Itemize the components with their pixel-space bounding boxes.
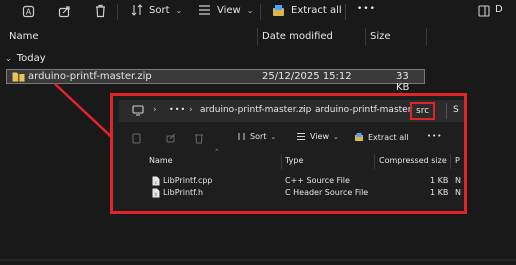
inner-address-bar: › ••• › arduino-printf-master.zip › ardu… bbox=[119, 100, 464, 122]
more-options-button[interactable]: ••• bbox=[427, 132, 442, 140]
column-header-name[interactable]: Name bbox=[149, 156, 173, 165]
column-divider[interactable] bbox=[374, 154, 375, 169]
column-divider[interactable] bbox=[450, 154, 451, 169]
row-extra: N bbox=[455, 188, 461, 197]
breadcrumb-item-current[interactable]: src bbox=[410, 102, 436, 120]
header-file-icon: h bbox=[152, 188, 160, 198]
inner-column-headers: ⌃ Name Type Compressed size P bbox=[119, 148, 464, 169]
search-box-cut[interactable]: S bbox=[453, 105, 459, 115]
cpp-file-icon: c bbox=[152, 176, 160, 186]
copy-icon[interactable] bbox=[132, 133, 141, 144]
row-size: 1 KB bbox=[430, 188, 449, 197]
extract-all-button[interactable]: Extract all bbox=[354, 132, 409, 142]
row-type: C Header Source File bbox=[285, 188, 369, 197]
breadcrumb-item[interactable]: arduino-printf-master.zip bbox=[200, 105, 311, 115]
breadcrumb-item[interactable]: arduino-printf-master bbox=[315, 105, 411, 115]
view-icon bbox=[296, 132, 306, 141]
column-divider[interactable] bbox=[281, 154, 282, 169]
breadcrumb-ellipsis[interactable]: ••• bbox=[169, 105, 186, 114]
row-size: 1 KB bbox=[430, 176, 449, 185]
chevron-right-icon: › bbox=[402, 105, 406, 115]
view-label: View bbox=[310, 132, 329, 141]
svg-text:h: h bbox=[155, 192, 158, 197]
chevron-right-icon: › bbox=[153, 105, 157, 115]
chevron-down-icon: ⌄ bbox=[270, 132, 277, 141]
sort-label: Sort bbox=[250, 132, 267, 141]
inner-window-frame: › ••• › arduino-printf-master.zip › ardu… bbox=[110, 93, 467, 214]
delete-icon[interactable] bbox=[194, 133, 204, 144]
view-button[interactable]: View ⌄ bbox=[296, 132, 339, 141]
sort-button[interactable]: Sort ⌄ bbox=[237, 132, 276, 141]
column-header-compressed-size[interactable]: Compressed size bbox=[379, 156, 447, 165]
extract-icon bbox=[354, 132, 364, 142]
extract-all-label: Extract all bbox=[368, 132, 409, 142]
svg-text:c: c bbox=[155, 180, 157, 185]
horizontal-scrollbar[interactable] bbox=[0, 259, 516, 261]
row-extra: N bbox=[455, 176, 461, 185]
list-item[interactable]: h LibPrintf.h C Header Source File 1 KB … bbox=[119, 188, 464, 200]
list-item[interactable]: c LibPrintf.cpp C++ Source File 1 KB N bbox=[119, 176, 464, 188]
column-header-type[interactable]: Type bbox=[285, 156, 303, 165]
column-header-p[interactable]: P bbox=[455, 156, 460, 165]
row-name: LibPrintf.cpp bbox=[163, 176, 213, 185]
sort-icon bbox=[237, 132, 246, 141]
chevron-right-icon: › bbox=[189, 105, 193, 115]
inner-toolbar: Sort ⌄ View ⌄ Extract all ••• bbox=[119, 132, 464, 146]
chevron-right-icon: › bbox=[302, 105, 306, 115]
address-bar-divider bbox=[446, 103, 447, 119]
row-type: C++ Source File bbox=[285, 176, 350, 185]
sort-indicator-icon: ⌃ bbox=[214, 148, 220, 156]
row-name: LibPrintf.h bbox=[163, 188, 204, 197]
chevron-down-icon: ⌄ bbox=[332, 132, 339, 141]
share-icon[interactable] bbox=[166, 133, 176, 143]
monitor-icon[interactable] bbox=[132, 105, 144, 116]
